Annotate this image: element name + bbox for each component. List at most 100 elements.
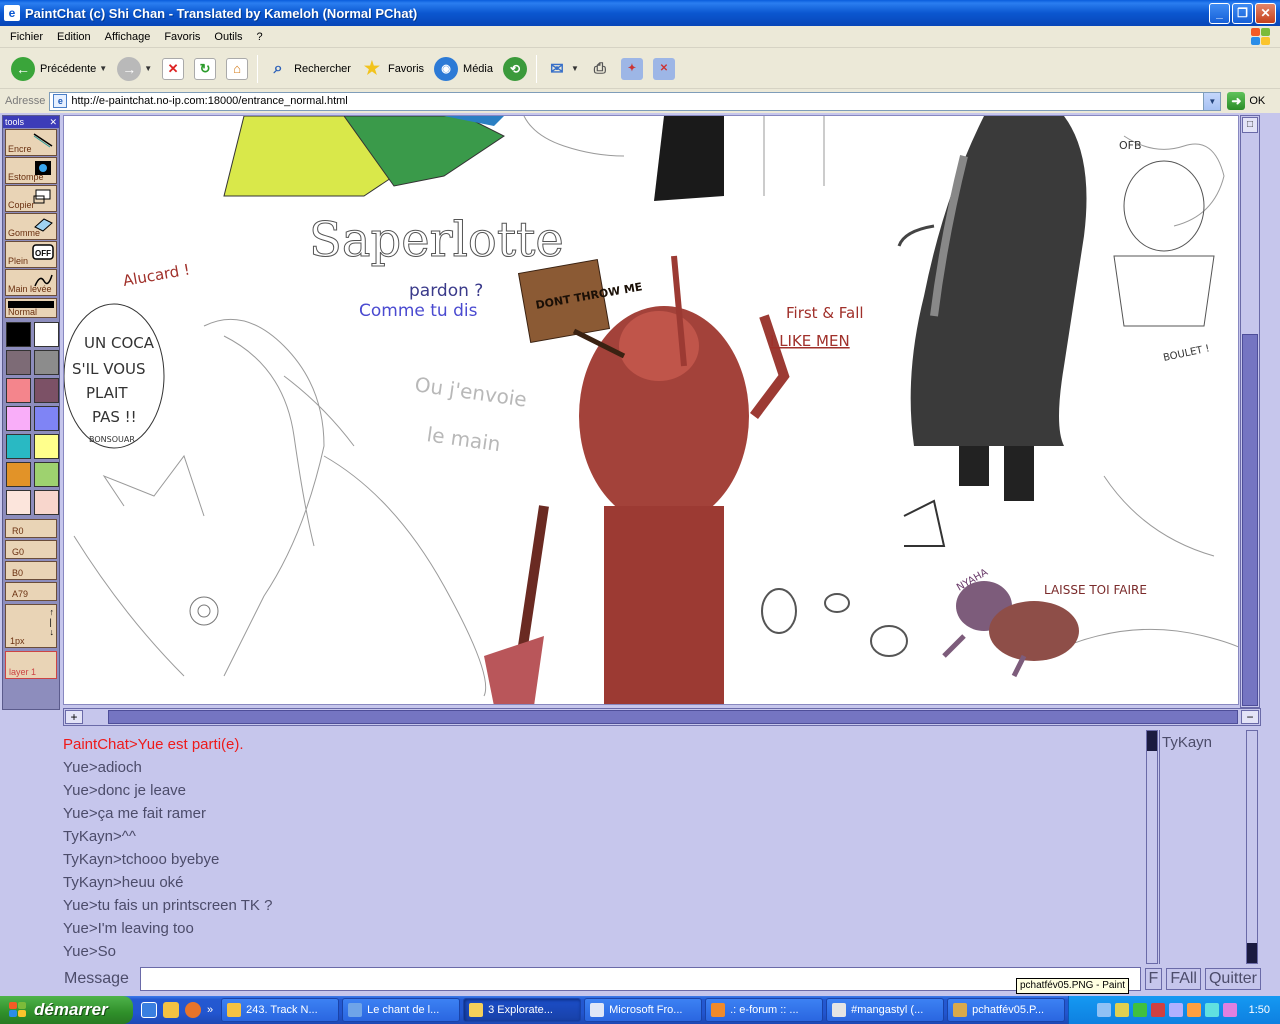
menu-edition[interactable]: Edition — [50, 27, 98, 47]
tray-app-icon[interactable] — [1222, 1003, 1237, 1017]
menu-fichier[interactable]: Fichier — [3, 27, 50, 47]
color-swatch[interactable] — [34, 322, 59, 347]
messenger-button[interactable]: ✦ — [616, 53, 648, 85]
taskbar-button[interactable]: 3 Explorate... — [463, 998, 582, 1022]
stop-button[interactable]: ✕ — [157, 53, 189, 85]
tool-main-levee[interactable]: Main levée — [5, 269, 57, 296]
taskbar-button[interactable]: #mangastyl (... — [826, 998, 945, 1022]
color-swatch[interactable] — [34, 490, 59, 515]
color-swatch[interactable] — [6, 378, 31, 403]
media-button[interactable]: ◉ Média — [429, 53, 498, 85]
fall-button[interactable]: FAll — [1166, 968, 1201, 990]
canvas-vertical-scrollbar[interactable]: □ — [1240, 115, 1260, 708]
close-button[interactable]: ✕ — [1255, 3, 1276, 24]
scrollbar-thumb[interactable] — [1247, 943, 1257, 963]
size-arrows-icon[interactable]: ↑ | ↓ — [50, 607, 55, 637]
canvas-text-saperlotte: Saperlotte — [309, 212, 564, 268]
menu-help[interactable]: ? — [250, 27, 270, 47]
start-button[interactable]: démarrer — [0, 996, 133, 1024]
tool-gomme[interactable]: Gomme — [5, 213, 57, 240]
research-button[interactable]: ✕ — [648, 53, 680, 85]
color-swatch[interactable] — [34, 378, 59, 403]
zoom-in-icon[interactable]: + — [65, 710, 83, 724]
drawing-canvas[interactable]: Saperlotte pardon ? Comme tu dis Alucard… — [63, 115, 1239, 705]
scrollbar-thumb[interactable] — [108, 710, 1238, 724]
tray-app-icon[interactable] — [1168, 1003, 1183, 1017]
ie-icon[interactable] — [141, 1002, 157, 1018]
tray-messenger-icon[interactable] — [1132, 1003, 1147, 1017]
clock[interactable]: 1:50 — [1249, 1004, 1270, 1016]
user-list-scrollbar[interactable] — [1246, 730, 1258, 964]
color-swatch[interactable] — [34, 350, 59, 375]
menu-favoris[interactable]: Favoris — [157, 27, 207, 47]
zoom-out-icon[interactable]: − — [1241, 710, 1259, 724]
favorites-button[interactable]: ★ Favoris — [356, 53, 429, 85]
refresh-button[interactable]: ↻ — [189, 53, 221, 85]
color-swatch[interactable] — [6, 350, 31, 375]
chat-scrollbar[interactable] — [1146, 730, 1158, 964]
winamp-icon[interactable] — [163, 1002, 179, 1018]
tray-antivirus-icon[interactable] — [1150, 1003, 1165, 1017]
tray-network-icon[interactable] — [1096, 1003, 1111, 1017]
scrollbar-thumb[interactable] — [1147, 731, 1157, 751]
tray-volume-icon[interactable] — [1114, 1003, 1129, 1017]
chevron-down-icon[interactable]: ▼ — [571, 64, 579, 73]
message-input[interactable] — [140, 967, 1141, 991]
chevron-down-icon[interactable]: ▼ — [99, 64, 107, 73]
taskbar-button[interactable]: Le chant de l... — [342, 998, 461, 1022]
tool-estompe[interactable]: Estompe — [5, 157, 57, 184]
canvas-horizontal-scrollbar[interactable]: + − — [63, 708, 1261, 726]
minimize-button[interactable]: _ — [1209, 3, 1230, 24]
taskbar-button[interactable]: Microsoft Fro... — [584, 998, 703, 1022]
f-button[interactable]: F — [1144, 968, 1163, 990]
firefox-icon[interactable] — [185, 1002, 201, 1018]
slider-red[interactable]: R0 — [5, 519, 57, 538]
slider-alpha[interactable]: A79 — [5, 582, 57, 601]
tray-app-icon[interactable] — [1186, 1003, 1201, 1017]
scroll-up-icon[interactable]: □ — [1242, 117, 1258, 133]
menu-outils[interactable]: Outils — [207, 27, 249, 47]
go-button[interactable]: ➜ OK — [1227, 92, 1265, 110]
task-app-icon — [227, 1003, 242, 1017]
layer-selector[interactable]: layer 1 — [5, 651, 57, 679]
color-swatch[interactable] — [6, 462, 31, 487]
tool-plein[interactable]: OFF Plein — [5, 241, 57, 268]
color-swatch[interactable] — [34, 406, 59, 431]
search-button[interactable]: ⌕ Rechercher — [262, 53, 356, 85]
color-swatch[interactable] — [6, 490, 31, 515]
address-dropdown-icon[interactable]: ▼ — [1203, 92, 1221, 110]
address-input[interactable]: e http://e-paintchat.no-ip.com:18000/ent… — [49, 91, 1222, 111]
print-button[interactable]: ⎙ — [584, 53, 616, 85]
address-url[interactable]: http://e-paintchat.no-ip.com:18000/entra… — [71, 95, 347, 107]
tray-app-icon[interactable] — [1204, 1003, 1219, 1017]
history-button[interactable]: ⟲ — [498, 53, 532, 85]
taskbar-button[interactable]: 243. Track N... — [221, 998, 340, 1022]
canvas-text-laisse-toi-faire: LAISSE TOI FAIRE — [1044, 583, 1147, 597]
slider-green[interactable]: G0 — [5, 540, 57, 559]
maximize-button[interactable]: ❐ — [1232, 3, 1253, 24]
back-button[interactable]: ← Précédente ▼ — [6, 53, 112, 85]
brush-size-selector[interactable]: ↑ | ↓ 1px — [5, 604, 57, 648]
home-button[interactable]: ⌂ — [221, 53, 253, 85]
menu-affichage[interactable]: Affichage — [98, 27, 158, 47]
taskbar-button[interactable]: pchatfév05.P... — [947, 998, 1066, 1022]
forward-button[interactable]: → ▼ — [112, 53, 157, 85]
quick-launch-more-icon[interactable]: » — [207, 1004, 213, 1016]
quit-button[interactable]: Quitter — [1204, 968, 1261, 990]
slider-blue[interactable]: B0 — [5, 561, 57, 580]
chevron-down-icon[interactable]: ▼ — [144, 64, 152, 73]
task-app-icon — [348, 1003, 363, 1017]
scrollbar-thumb[interactable] — [1242, 334, 1258, 706]
color-swatch[interactable] — [6, 322, 31, 347]
color-swatch[interactable] — [6, 434, 31, 459]
close-icon[interactable]: ✕ — [49, 116, 57, 128]
mail-button[interactable]: ✉ ▼ — [541, 53, 584, 85]
color-swatch[interactable] — [34, 434, 59, 459]
user-list-item[interactable]: TyKayn — [1162, 734, 1244, 751]
tool-copier[interactable]: Copier — [5, 185, 57, 212]
blend-mode-selector[interactable]: Normal — [5, 298, 57, 318]
tool-encre[interactable]: Encre — [5, 129, 57, 156]
color-swatch[interactable] — [6, 406, 31, 431]
color-swatch[interactable] — [34, 462, 59, 487]
taskbar-button[interactable]: .: e-forum :: ... — [705, 998, 824, 1022]
